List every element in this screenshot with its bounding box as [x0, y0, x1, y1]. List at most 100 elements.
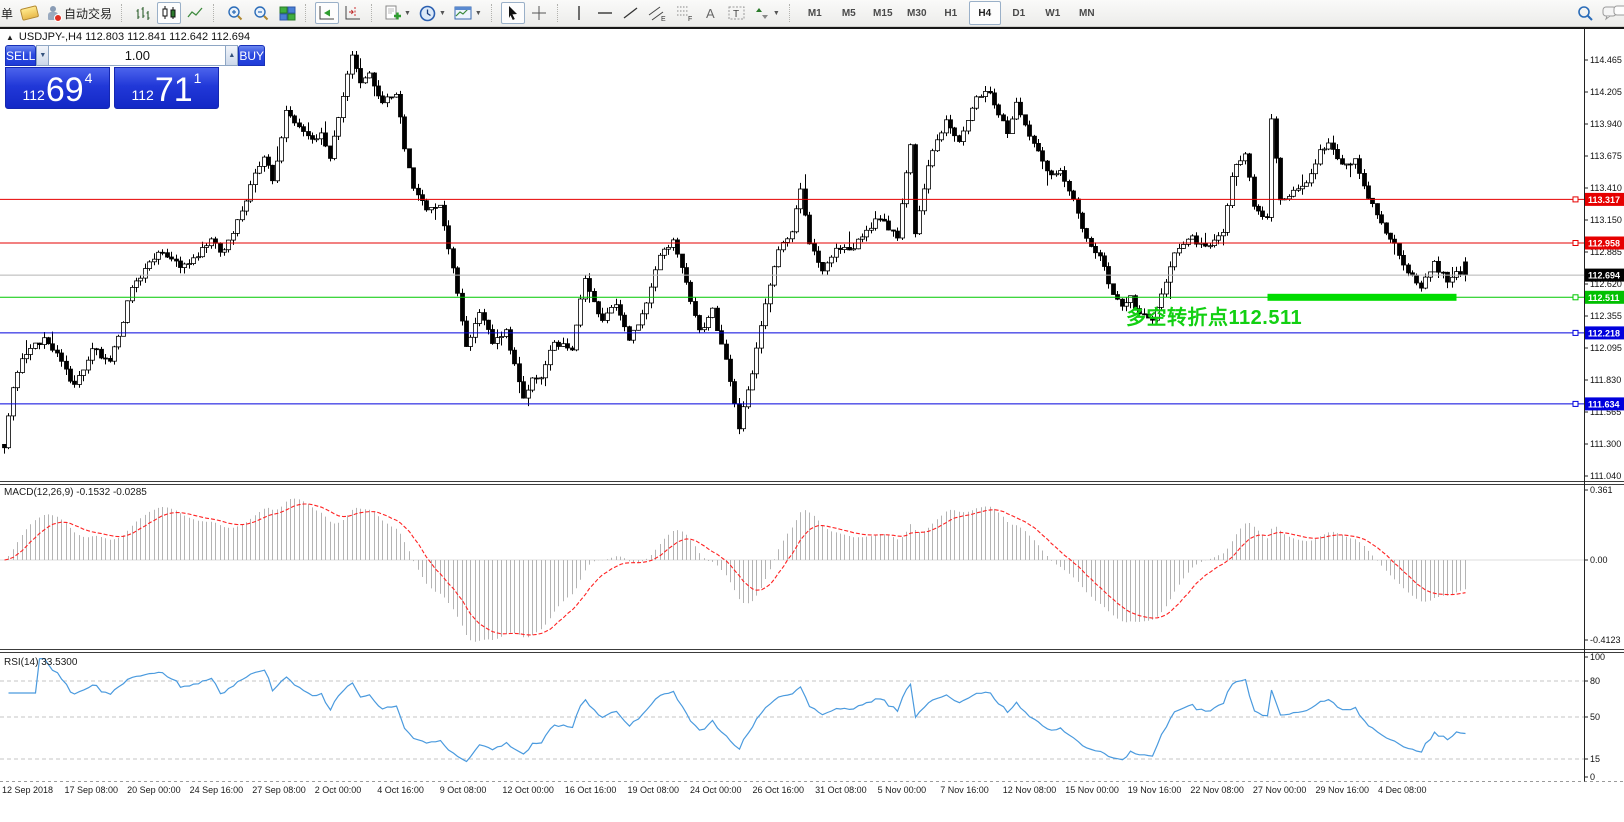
volume-input[interactable] — [49, 45, 225, 66]
new-chart-button[interactable]: ▼ — [381, 2, 414, 24]
macd-tick: -0.4123 — [1590, 635, 1621, 645]
templates-icon — [454, 6, 472, 21]
volume-increase-button[interactable]: ▲ — [225, 45, 238, 66]
price-tick: 113.675 — [1590, 151, 1622, 161]
sell-price-sup: 4 — [85, 70, 93, 86]
sell-price-display[interactable]: 112 69 4 — [5, 67, 110, 109]
date-label: 7 Nov 16:00 — [940, 785, 989, 795]
search-button[interactable] — [1573, 2, 1597, 24]
hline-111.634[interactable] — [0, 401, 1584, 406]
volume-decrease-button[interactable]: ▼ — [36, 45, 49, 66]
date-label: 27 Sep 08:00 — [252, 785, 306, 795]
vertical-line-button[interactable] — [567, 2, 591, 24]
buy-button[interactable]: BUY — [238, 45, 265, 66]
date-label: 15 Nov 00:00 — [1065, 785, 1119, 795]
equidistant-channel-button[interactable]: E — [645, 2, 670, 24]
hline-113.317[interactable] — [0, 197, 1584, 202]
date-label: 27 Nov 00:00 — [1253, 785, 1307, 795]
text-label-icon: T — [728, 5, 746, 21]
date-label: 24 Oct 00:00 — [690, 785, 742, 795]
buy-price-sup: 1 — [194, 70, 202, 86]
price-tick: 114.205 — [1590, 87, 1622, 97]
price-tick: 111.830 — [1590, 375, 1621, 385]
toolbar-separator — [305, 4, 310, 22]
zoom-in-icon — [226, 5, 244, 22]
timeframe-M1[interactable]: M1 — [799, 1, 831, 25]
zoom-in-button[interactable] — [223, 2, 247, 24]
timeframe-MN[interactable]: MN — [1071, 1, 1103, 25]
timeframe-M15[interactable]: M15 — [867, 1, 899, 25]
price-tick: 114.465 — [1590, 55, 1622, 65]
timeframe-group: M1M5M15M30H1H4D1W1MN — [798, 1, 1104, 25]
toolbar-separator — [789, 4, 794, 22]
date-label: 26 Oct 16:00 — [753, 785, 805, 795]
buy-price-prefix: 112 — [132, 87, 154, 103]
tile-windows-button[interactable] — [275, 2, 299, 24]
line-chart-button[interactable] — [183, 2, 207, 24]
autotrading-button[interactable]: 自动交易 — [43, 2, 115, 24]
chart-annotation[interactable]: 多空转折点112.511 — [1126, 301, 1302, 330]
toolbar-separator — [371, 4, 376, 22]
chart-shift-button[interactable] — [341, 2, 365, 24]
zoom-out-button[interactable] — [249, 2, 273, 24]
candlestick-chart-button[interactable] — [157, 2, 181, 24]
sell-button[interactable]: SELL — [5, 45, 36, 66]
new-order-label[interactable]: 单 — [1, 5, 13, 22]
fibonacci-button[interactable]: F — [672, 2, 697, 24]
timeframe-H4[interactable]: H4 — [969, 1, 1001, 25]
price-tick: 112.095 — [1590, 343, 1622, 353]
price-tag-113.317: 113.317 — [1585, 193, 1624, 206]
hline-112.218[interactable] — [0, 330, 1584, 335]
price-tick: 112.355 — [1590, 311, 1622, 321]
green-highlight-bar[interactable] — [1268, 294, 1457, 301]
svg-text:F: F — [688, 16, 692, 22]
trendline-button[interactable] — [619, 2, 643, 24]
price-tick: 113.410 — [1590, 183, 1622, 193]
chevron-down-icon: ▼ — [404, 10, 411, 17]
timeframe-H1[interactable]: H1 — [935, 1, 967, 25]
timeframe-D1[interactable]: D1 — [1003, 1, 1035, 25]
arrows-button[interactable]: ▼ — [751, 2, 783, 24]
new-order-button[interactable] — [17, 2, 41, 24]
buy-price-big: 71 — [155, 75, 193, 105]
chat-button[interactable] — [1599, 2, 1624, 24]
svg-text:112.958: 112.958 — [1588, 239, 1620, 249]
profiles-button[interactable]: ▼ — [416, 2, 449, 24]
horizontal-line-button[interactable] — [593, 2, 617, 24]
timeframe-M30[interactable]: M30 — [901, 1, 933, 25]
templates-button[interactable]: ▼ — [451, 2, 485, 24]
rsi-label: RSI(14) 33.5300 — [4, 657, 77, 668]
candles[interactable] — [3, 51, 1468, 454]
toolbar-separator — [121, 4, 126, 22]
macd-tick: 0.00 — [1590, 555, 1608, 565]
zoom-out-icon — [252, 5, 270, 22]
price-tag-112.958: 112.958 — [1585, 237, 1624, 250]
price-tag-112.694: 112.694 — [1585, 269, 1624, 282]
timeframe-W1[interactable]: W1 — [1037, 1, 1069, 25]
cursor-button[interactable] — [501, 2, 525, 24]
buy-price-display[interactable]: 112 71 1 — [114, 67, 219, 109]
date-label: 17 Sep 08:00 — [65, 785, 119, 795]
crosshair-button[interactable] — [527, 2, 551, 24]
fibonacci-icon: F — [675, 5, 694, 22]
crosshair-icon — [531, 5, 547, 21]
arrows-icon — [754, 6, 770, 21]
trendline-icon — [622, 5, 639, 21]
svg-text:112.218: 112.218 — [1588, 328, 1620, 338]
rsi-tick: 100 — [1590, 652, 1605, 662]
text-icon: A — [703, 5, 718, 21]
text-label-button[interactable]: T — [725, 2, 749, 24]
search-icon — [1576, 4, 1594, 22]
chart-canvas[interactable]: 114.465114.205113.940113.675113.410113.1… — [0, 29, 1624, 800]
timeframe-M5[interactable]: M5 — [833, 1, 865, 25]
collapse-icon[interactable]: ▲ — [6, 33, 14, 42]
date-label: 5 Nov 00:00 — [878, 785, 927, 795]
hline-112.511[interactable] — [0, 294, 1584, 301]
vertical-line-icon — [573, 5, 585, 21]
bar-chart-button[interactable] — [131, 2, 155, 24]
auto-scroll-button[interactable] — [315, 2, 339, 24]
svg-text:111.634: 111.634 — [1588, 399, 1620, 409]
text-button[interactable]: A — [699, 2, 723, 24]
date-label: 24 Sep 16:00 — [190, 785, 244, 795]
new-chart-icon — [384, 5, 401, 21]
